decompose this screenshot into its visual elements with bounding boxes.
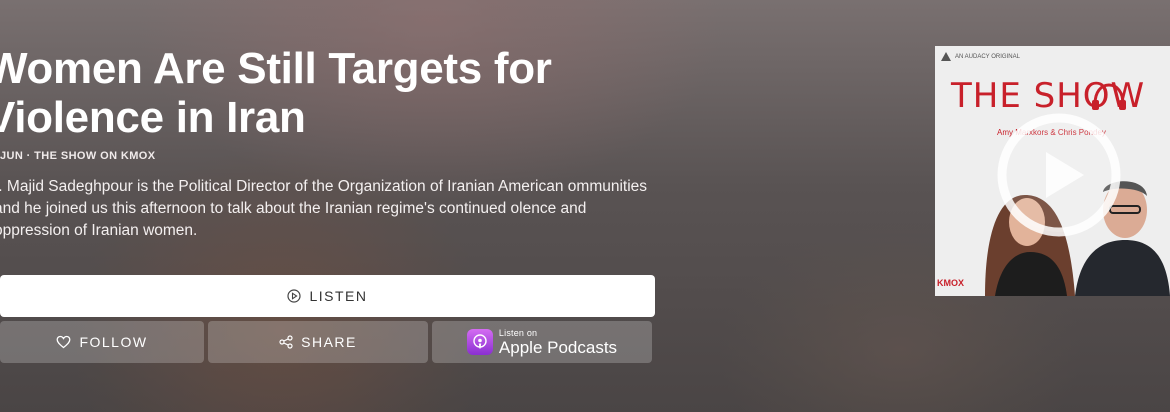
listen-button[interactable]: LISTEN [0, 275, 655, 317]
apple-small-label: Listen on [498, 327, 538, 338]
follow-label: FOLLOW [79, 334, 148, 350]
episode-title: Women Are Still Targets for Violence in … [0, 44, 552, 142]
apple-podcasts-button[interactable]: Listen on Apple Podcasts [432, 321, 652, 363]
audacy-logo-icon [941, 52, 951, 61]
apple-podcasts-icon [466, 329, 493, 355]
heart-icon [56, 335, 71, 349]
apple-big-label: Apple Podcasts [498, 337, 618, 357]
share-button[interactable]: SHARE [208, 321, 428, 363]
audacy-badge: AN AUDACY ORIGINAL [941, 52, 1020, 61]
play-circle-icon [287, 289, 302, 303]
episode-meta: JUN · THE SHOW ON KMOX [0, 150, 156, 162]
kmox-logo: KMOX [937, 278, 964, 288]
share-label: SHARE [301, 334, 357, 350]
share-icon [279, 335, 293, 349]
play-episode-button[interactable] [996, 112, 1122, 238]
follow-button[interactable]: FOLLOW [0, 321, 204, 363]
episode-hero: Women Are Still Targets for Violence in … [0, 0, 1170, 412]
episode-description: r. Majid Sadeghpour is the Political Dir… [0, 178, 648, 239]
headphones-icon [1092, 83, 1126, 110]
listen-label: LISTEN [309, 288, 368, 304]
